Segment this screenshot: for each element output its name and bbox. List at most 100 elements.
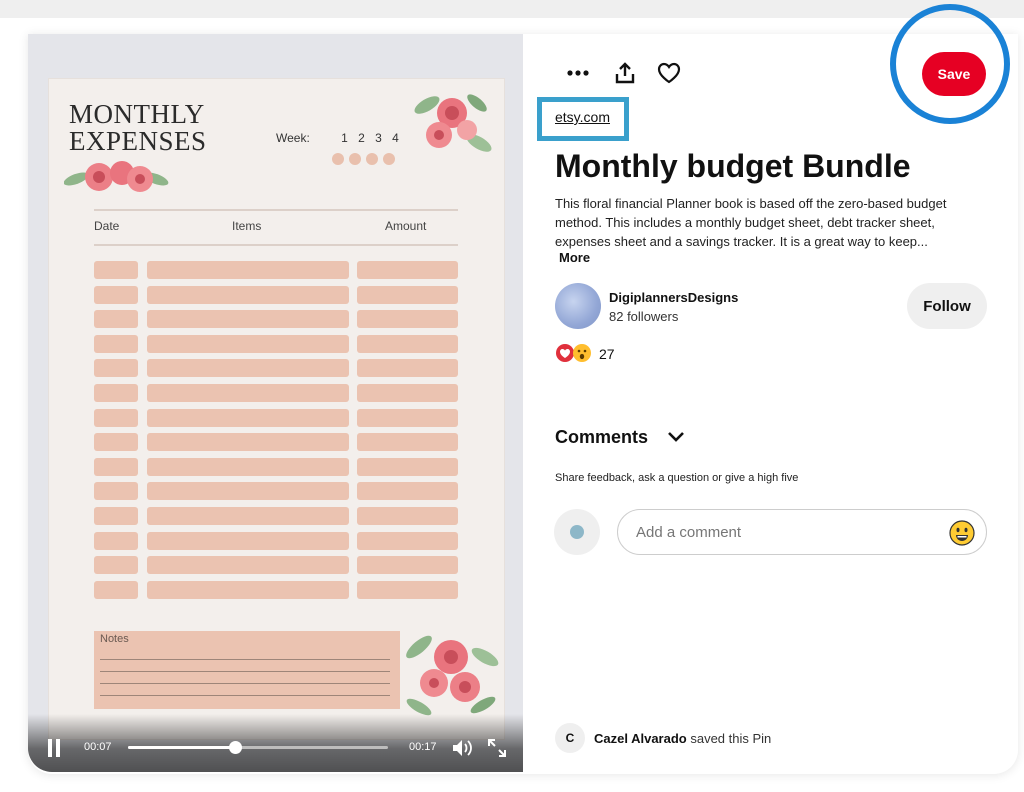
video-progress-slider[interactable]: [128, 741, 388, 754]
pin-media[interactable]: MONTHLY EXPENSES Week: 1234 Date Items A…: [28, 34, 523, 772]
floral-decoration-top-right: [414, 94, 492, 152]
favorite-button[interactable]: [652, 56, 686, 90]
table-cell: [357, 359, 458, 378]
user-avatar: [554, 509, 600, 555]
week-number: 1: [341, 131, 348, 145]
reactions[interactable]: [555, 343, 595, 368]
saver-name[interactable]: Cazel Alvarado: [594, 731, 687, 746]
save-button[interactable]: Save: [922, 52, 986, 96]
column-items: Items: [232, 219, 262, 233]
reaction-count: 27: [599, 346, 615, 362]
table-cell: [357, 334, 458, 353]
video-progress-fill: [128, 746, 235, 749]
notes-box: Notes: [94, 631, 400, 709]
week-label: Week:: [276, 131, 310, 145]
saver-avatar[interactable]: C: [555, 723, 585, 753]
table-cell: [357, 556, 458, 575]
table-cell: [147, 531, 349, 550]
table-cell: [94, 261, 138, 279]
heart-icon: [657, 62, 681, 84]
table-cell: [147, 507, 349, 525]
video-controls: 00:07 00:17: [28, 714, 523, 772]
table-cell: [147, 261, 349, 279]
table-cell: [94, 359, 138, 378]
comments-heading[interactable]: Comments: [555, 427, 648, 448]
creator-followers: 82 followers: [609, 309, 679, 324]
table-cell: [147, 556, 349, 575]
week-number: 2: [358, 131, 365, 145]
table-cell: [94, 531, 138, 550]
table-cell: [357, 261, 458, 279]
table-cell: [147, 482, 349, 501]
table-cell: [147, 408, 349, 427]
table-cell: [94, 285, 138, 304]
table-cell: [147, 285, 349, 304]
column-date: Date: [94, 219, 120, 233]
browser-top-strip: [0, 0, 1024, 18]
week-number: 3: [375, 131, 382, 145]
table-cell: [147, 359, 349, 378]
divider: [94, 244, 458, 246]
comments-prompt: Share feedback, ask a question or give a…: [555, 472, 799, 484]
column-amount: Amount: [385, 219, 427, 233]
table-cell: [94, 433, 138, 452]
emoji-picker-icon[interactable]: [949, 520, 975, 546]
table-cell: [147, 310, 349, 329]
table-cell: [357, 384, 458, 402]
video-progress-handle[interactable]: [228, 741, 242, 754]
chevron-down-icon[interactable]: [666, 427, 686, 447]
floral-decoration-bottom-right: [406, 635, 499, 716]
reaction-icons: [556, 344, 591, 362]
table-cell: [357, 285, 458, 304]
table-cell: [357, 408, 458, 427]
volume-icon[interactable]: [452, 738, 474, 758]
creator-name[interactable]: DigiplannersDesigns: [609, 290, 738, 305]
share-button[interactable]: [608, 56, 642, 90]
more-icon: [567, 70, 589, 76]
pause-icon[interactable]: [46, 739, 62, 757]
table-cell: [94, 507, 138, 525]
table-cell: [357, 482, 458, 501]
table-cell: [94, 334, 138, 353]
expand-icon[interactable]: [487, 738, 507, 758]
pin-description: This floral financial Planner book is ba…: [555, 196, 947, 249]
table-cell: [147, 457, 349, 476]
table-cell: [357, 507, 458, 525]
table-cell: [357, 433, 458, 452]
follow-button[interactable]: Follow: [907, 283, 987, 329]
video-total-time: 00:17: [409, 741, 437, 753]
sheet-title: MONTHLY EXPENSES: [69, 99, 207, 156]
saved-suffix: saved this Pin: [686, 731, 772, 746]
table-cell: [94, 482, 138, 501]
week-numbers: 1234: [336, 131, 404, 145]
table-cell: [357, 531, 458, 550]
table-cell: [94, 408, 138, 427]
table-cell: [147, 580, 349, 599]
video-current-time: 00:07: [84, 741, 112, 753]
share-icon: [615, 62, 635, 84]
table-cell: [147, 334, 349, 353]
more-options-button[interactable]: [561, 56, 595, 90]
more-link[interactable]: More: [559, 250, 590, 265]
table-cell: [94, 556, 138, 575]
table-cell: [147, 384, 349, 402]
table-cell: [147, 433, 349, 452]
table-cell: [357, 457, 458, 476]
table-cell: [94, 310, 138, 329]
table-cell: [357, 310, 458, 329]
creator-avatar[interactable]: [555, 283, 601, 329]
notes-label: Notes: [100, 633, 129, 645]
floral-decoration-title: [64, 161, 169, 192]
table-cell: [357, 580, 458, 599]
table-cell: [94, 384, 138, 402]
comment-input[interactable]: [617, 509, 987, 555]
source-link[interactable]: etsy.com: [555, 109, 610, 125]
table-cell: [94, 457, 138, 476]
week-number: 4: [392, 131, 399, 145]
saved-by-text: Cazel Alvarado saved this Pin: [594, 731, 771, 746]
pin-title: Monthly budget Bundle: [555, 148, 911, 184]
table-cell: [94, 580, 138, 599]
budget-sheet-image: MONTHLY EXPENSES Week: 1234 Date Items A…: [48, 78, 505, 740]
week-dots: [332, 152, 400, 170]
divider: [94, 209, 458, 211]
